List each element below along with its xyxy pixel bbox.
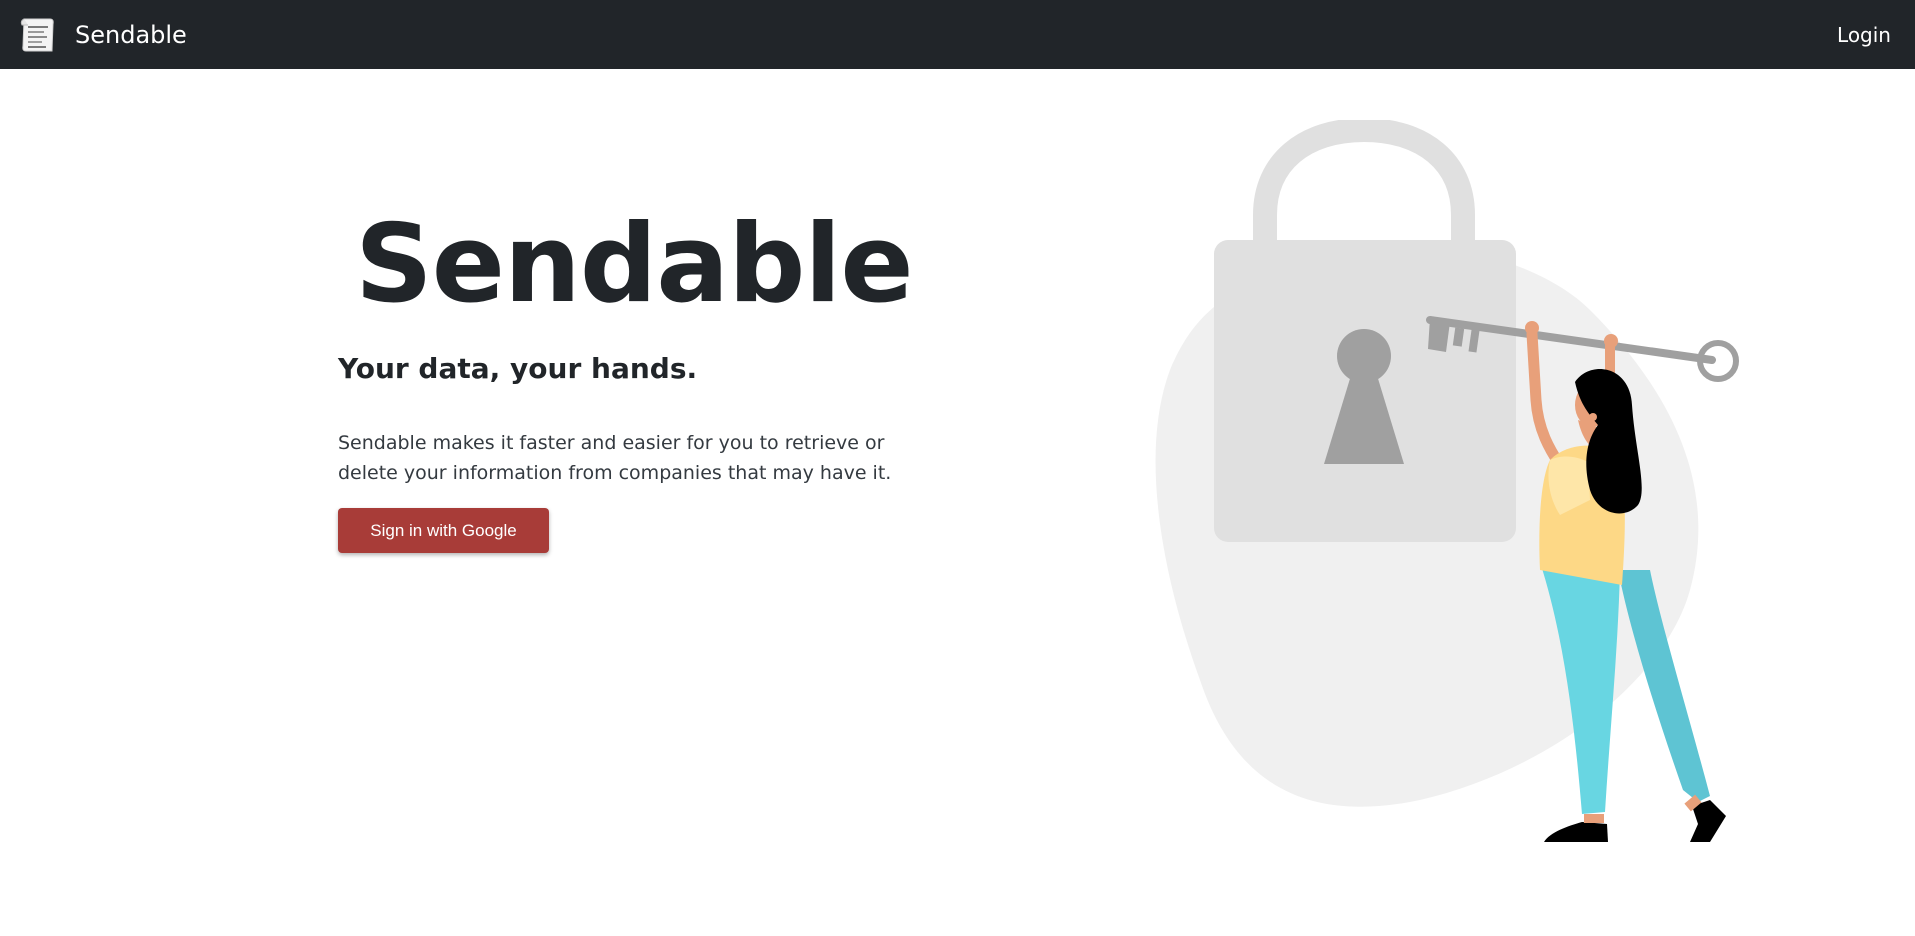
padlock-shackle [1253,120,1475,242]
brand-name: Sendable [75,20,187,49]
login-link[interactable]: Login [1837,23,1891,47]
hero-title: Sendable [355,202,914,327]
lock-and-key-illustration [1155,120,1739,842]
hero-description: Sendable makes it faster and easier for … [338,432,892,484]
hero-subtitle: Your data, your hands. [338,352,698,385]
brand-link[interactable]: Sendable [18,15,187,55]
top-navbar: Sendable Login [0,0,1915,69]
sign-in-google-button[interactable]: Sign in with Google [338,508,549,553]
sendable-logo-icon [20,18,54,51]
